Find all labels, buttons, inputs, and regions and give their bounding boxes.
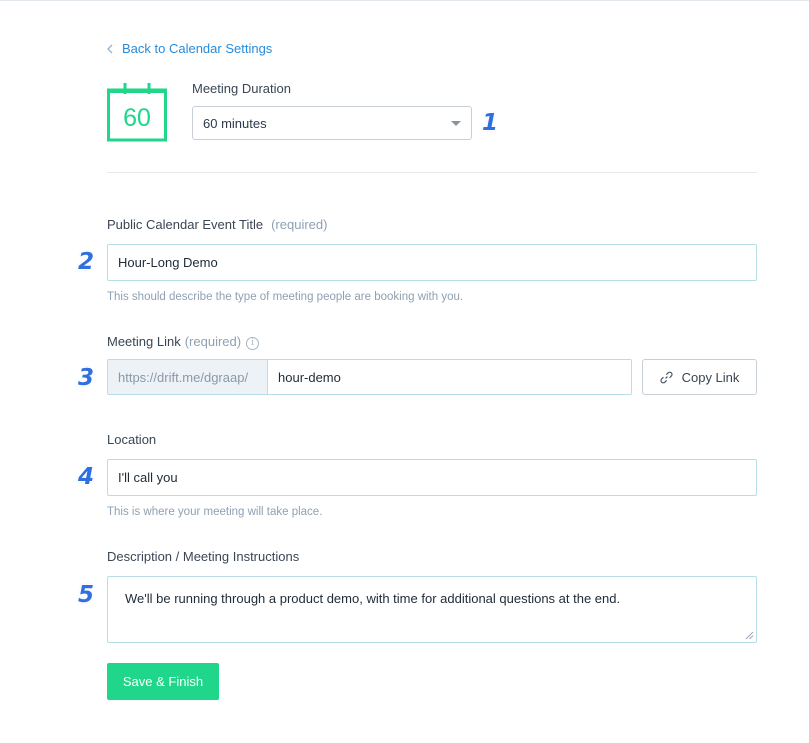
location-help: This is where your meeting will take pla… <box>107 506 323 518</box>
step-badge-3: 3 <box>78 365 95 391</box>
location-label: Location <box>107 432 157 447</box>
location-input[interactable]: I'll call you <box>107 459 757 496</box>
dropdown-caret-icon <box>451 121 461 126</box>
title-field-label: Public Calendar Event Title (required) <box>107 217 327 232</box>
meeting-link-group: https://drift.me/dgraap/ hour-demo <box>107 359 632 395</box>
link-field-label: Meeting Link (required) i <box>107 334 260 350</box>
required-tag: (required) <box>184 334 242 349</box>
calendar-icon-number: 60 <box>123 104 151 132</box>
calendar-icon: 60 <box>107 83 167 142</box>
event-title-input[interactable]: Hour-Long Demo <box>107 244 757 281</box>
save-finish-button[interactable]: Save & Finish <box>107 663 219 700</box>
step-badge-4: 4 <box>78 464 95 490</box>
title-label-text: Public Calendar Event Title <box>107 217 264 232</box>
event-title-help: This should describe the type of meeting… <box>107 291 464 303</box>
required-tag: (required) <box>271 217 328 232</box>
info-icon[interactable]: i <box>246 337 260 350</box>
description-textarea[interactable]: We'll be running through a product demo,… <box>107 576 757 643</box>
step-badge-2: 2 <box>78 249 95 275</box>
save-finish-label: Save & Finish <box>122 674 204 689</box>
copy-link-label: Copy Link <box>681 369 740 385</box>
top-border <box>0 0 809 1</box>
location-value: I'll call you <box>118 470 178 485</box>
link-icon <box>660 371 673 383</box>
meeting-link-prefix: https://drift.me/dgraap/ <box>108 360 268 394</box>
resize-handle-icon[interactable] <box>745 631 754 640</box>
description-label: Description / Meeting Instructions <box>107 549 300 564</box>
duration-selected-value: 60 minutes <box>203 115 267 131</box>
step-badge-1: 1 <box>482 110 499 136</box>
step-badge-5: 5 <box>78 582 95 608</box>
copy-link-button[interactable]: Copy Link <box>642 359 757 395</box>
back-link[interactable]: Back to Calendar Settings <box>106 41 272 56</box>
link-label-text: Meeting Link <box>107 334 181 349</box>
duration-select[interactable]: 60 minutes <box>192 106 472 140</box>
duration-label: Meeting Duration <box>192 81 291 96</box>
back-link-label: Back to Calendar Settings <box>122 41 273 56</box>
meeting-link-input[interactable]: hour-demo <box>268 360 631 394</box>
meeting-link-value: hour-demo <box>278 369 341 385</box>
chevron-left-icon <box>107 44 113 53</box>
description-value: We'll be running through a product demo,… <box>125 591 621 606</box>
section-divider <box>107 172 757 173</box>
event-title-value: Hour-Long Demo <box>118 255 218 270</box>
